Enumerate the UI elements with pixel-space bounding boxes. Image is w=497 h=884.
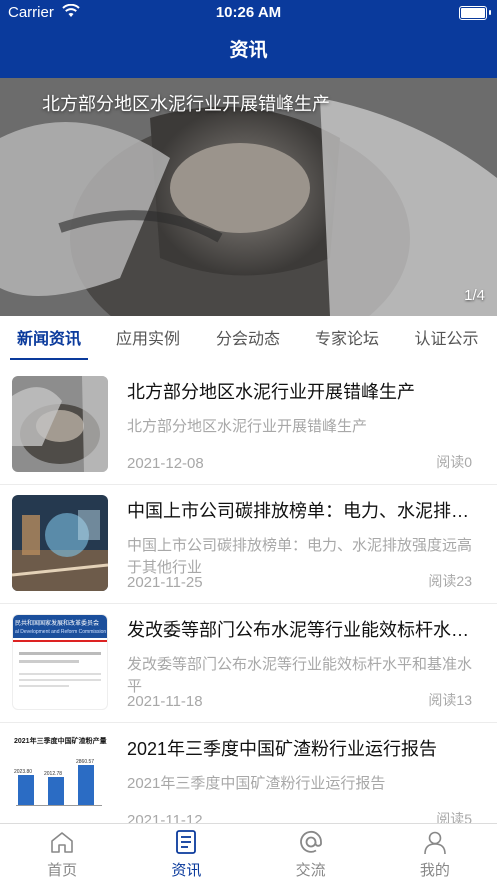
news-thumbnail <box>12 495 108 591</box>
news-title: 2021年三季度中国矿渣粉行业运行报告 <box>127 739 438 759</box>
news-item[interactable]: 北方部分地区水泥行业开展错峰生产 北方部分地区水泥行业开展错峰生产 2021-1… <box>0 366 497 485</box>
status-time: 10:26 AM <box>215 4 282 21</box>
tabbar-news[interactable]: 资讯 <box>124 824 248 884</box>
bottom-tab-bar: 首页 资讯 交流 我的 <box>0 823 497 884</box>
tabbar-home[interactable]: 首页 <box>0 824 124 884</box>
page-title: 资讯 <box>0 26 497 78</box>
tab-certification[interactable]: 认证公示 <box>396 316 497 366</box>
tab-expert-forum[interactable]: 专家论坛 <box>298 316 396 366</box>
news-summary: 北方部分地区水泥行业开展错峰生产 <box>127 418 368 435</box>
news-read-count: 阅读0 <box>436 454 472 470</box>
tab-cases[interactable]: 应用实例 <box>98 316 198 366</box>
thumb-header: 民共和国国家发展和改革委员会 <box>13 615 107 629</box>
news-item[interactable]: 中国上市公司碳排放榜单：电力、水泥排放强度远高于其他行业 中国上市公司碳排放榜单… <box>0 485 497 604</box>
banner-carousel[interactable]: 北方部分地区水泥行业开展错峰生产 1/4 <box>0 78 497 316</box>
home-icon <box>51 832 73 853</box>
banner-title: 北方部分地区水泥行业开展错峰生产 <box>42 94 330 114</box>
news-title: 北方部分地区水泥行业开展错峰生产 <box>127 382 415 402</box>
news-thumbnail: 民共和国国家发展和改革委员会 al Development and Reform… <box>12 614 108 710</box>
news-date: 2021-11-25 <box>127 574 203 591</box>
at-icon <box>299 830 322 853</box>
tabbar-me[interactable]: 我的 <box>373 824 497 884</box>
news-list: 北方部分地区水泥行业开展错峰生产 北方部分地区水泥行业开展错峰生产 2021-1… <box>0 366 497 842</box>
news-icon <box>176 830 197 854</box>
news-date: 2021-12-08 <box>127 455 204 472</box>
news-title: 发改委等部门公布水泥等行业能效标杆水平和基准水平 <box>127 620 472 640</box>
tab-news[interactable]: 新闻资讯 <box>0 316 98 366</box>
thumb-chart-title: 2021年三季度中国矿渣粉产量 <box>14 738 107 745</box>
status-bar: Carrier 10:26 AM <box>0 0 497 26</box>
battery-icon <box>459 6 491 20</box>
thumb-subheader: al Development and Reform Commission <box>13 629 107 638</box>
news-summary: 中国上市公司碳排放榜单：电力、水泥排放强度远高于其他行业 <box>127 537 472 576</box>
news-date: 2021-11-18 <box>127 693 203 710</box>
news-title: 中国上市公司碳排放榜单：电力、水泥排放强度远高于其他行业 <box>127 501 472 521</box>
person-icon <box>424 831 446 855</box>
tabbar-label: 首页 <box>47 862 78 879</box>
tabbar-exchange[interactable]: 交流 <box>249 824 373 884</box>
news-item[interactable]: 民共和国国家发展和改革委员会 al Development and Reform… <box>0 604 497 723</box>
news-read-count: 阅读23 <box>428 573 472 589</box>
news-summary: 2021年三季度中国矿渣粉行业运行报告 <box>127 775 386 792</box>
banner-pager: 1/4 <box>464 287 485 304</box>
tabbar-label: 我的 <box>419 862 450 879</box>
news-read-count: 阅读13 <box>428 692 472 708</box>
news-thumbnail: 2021年三季度中国矿渣粉产量 2023.80 2012.78 2860.57 <box>12 733 108 829</box>
news-thumbnail <box>12 376 108 472</box>
tab-branch-news[interactable]: 分会动态 <box>198 316 298 366</box>
news-summary: 发改委等部门公布水泥等行业能效标杆水平和基准水平 <box>127 656 472 695</box>
tabbar-label: 资讯 <box>171 862 202 879</box>
tabbar-label: 交流 <box>295 862 326 879</box>
category-tabs: 新闻资讯 应用实例 分会动态 专家论坛 认证公示 <box>0 316 497 367</box>
